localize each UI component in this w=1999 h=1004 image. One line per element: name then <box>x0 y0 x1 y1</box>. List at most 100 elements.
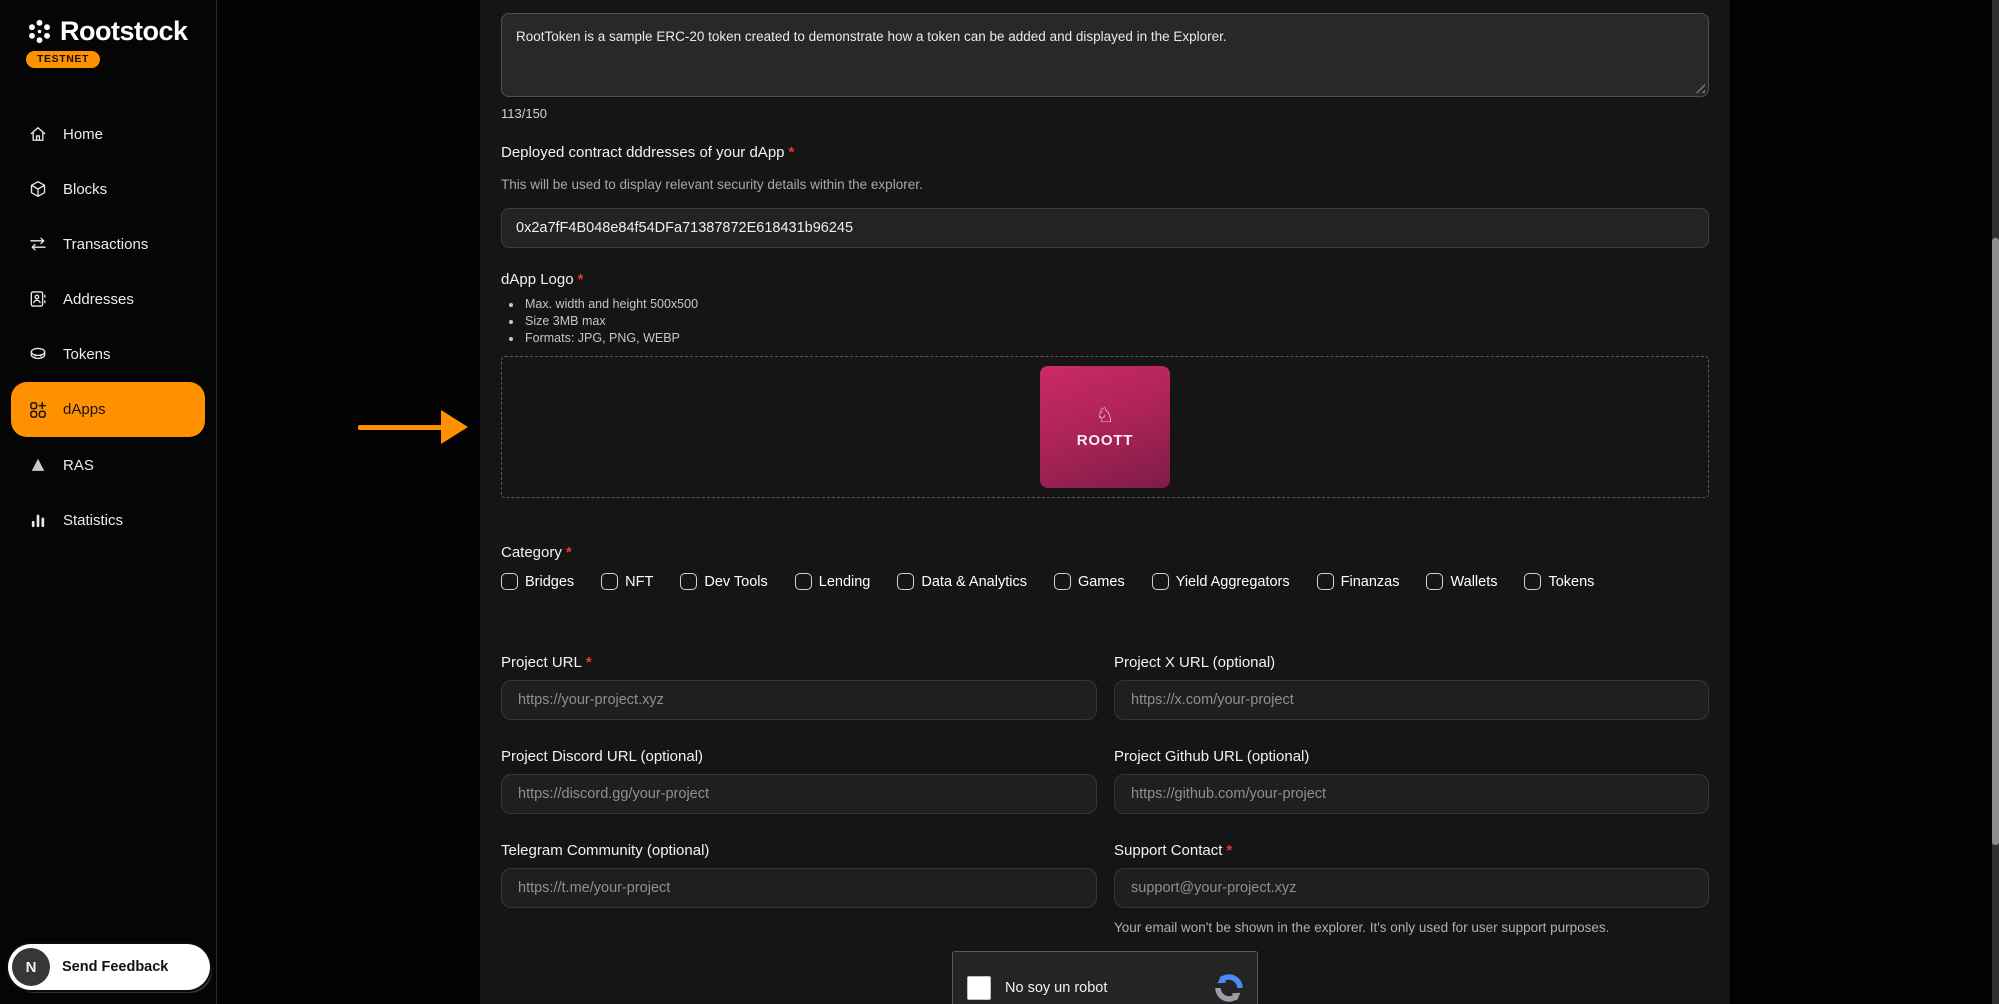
cube-icon <box>28 179 48 199</box>
transfer-arrows-icon <box>28 234 48 254</box>
sidebar-item-label: Transactions <box>63 236 148 253</box>
category-checkbox-games[interactable]: Games <box>1054 573 1125 590</box>
recaptcha-widget: No soy un robot <box>952 951 1258 1004</box>
character-counter: 113/150 <box>501 106 1709 121</box>
sidebar-item-label: RAS <box>63 457 94 474</box>
checkbox-icon[interactable] <box>1054 573 1071 590</box>
category-checkbox-yield-aggregators[interactable]: Yield Aggregators <box>1152 573 1290 590</box>
category-checkbox-row: Bridges NFT Dev Tools Lending Data & Ana… <box>501 573 1709 590</box>
project-x-url-field: Project X URL (optional) <box>1114 654 1709 720</box>
send-feedback-button[interactable]: N Send Feedback <box>8 944 210 990</box>
project-x-url-input[interactable] <box>1114 680 1709 720</box>
project-github-url-field: Project Github URL (optional) <box>1114 748 1709 814</box>
sidebar-item-dapps[interactable]: dApps <box>11 382 205 437</box>
logo-rule: Formats: JPG, PNG, WEBP <box>523 330 1709 347</box>
sidebar-item-ras[interactable]: RAS <box>11 438 205 492</box>
sidebar-item-label: dApps <box>63 401 106 418</box>
contract-address-input[interactable] <box>501 208 1709 248</box>
sidebar-item-tokens[interactable]: Tokens <box>11 327 205 381</box>
sidebar-item-label: Tokens <box>63 346 111 363</box>
category-checkbox-tokens[interactable]: Tokens <box>1524 573 1594 590</box>
scrollbar-track[interactable] <box>1992 0 1999 1004</box>
checkbox-icon[interactable] <box>1317 573 1334 590</box>
scrollbar-thumb[interactable] <box>1992 238 1999 845</box>
sidebar-item-blocks[interactable]: Blocks <box>11 162 205 216</box>
sidebar-item-label: Addresses <box>63 291 134 308</box>
coin-icon <box>28 344 48 364</box>
project-discord-url-input[interactable] <box>501 774 1097 814</box>
sidebar-item-transactions[interactable]: Transactions <box>11 217 205 271</box>
category-checkbox-lending[interactable]: Lending <box>795 573 871 590</box>
category-checkbox-finanzas[interactable]: Finanzas <box>1317 573 1400 590</box>
logo-preview-tile: ♘ ROOTT <box>1040 366 1170 488</box>
category-checkbox-dev-tools[interactable]: Dev Tools <box>680 573 767 590</box>
project-url-label: Project URL* <box>501 654 1097 671</box>
feedback-label: Send Feedback <box>62 959 168 975</box>
contract-address-label: Deployed contract dddresses of your dApp… <box>501 144 1709 161</box>
logo-rule: Max. width and height 500x500 <box>523 296 1709 313</box>
testnet-badge: TESTNET <box>26 51 100 68</box>
checkbox-icon[interactable] <box>1426 573 1443 590</box>
main-area: RootToken is a sample ERC-20 token creat… <box>217 0 1999 1004</box>
category-checkbox-data-analytics[interactable]: Data & Analytics <box>897 573 1027 590</box>
token-name: ROOTT <box>1077 432 1134 449</box>
sidebar-item-label: Statistics <box>63 512 123 529</box>
sidebar-item-addresses[interactable]: Addresses <box>11 272 205 326</box>
home-icon <box>28 124 48 144</box>
telegram-community-input[interactable] <box>501 868 1097 908</box>
sidebar-item-statistics[interactable]: Statistics <box>11 493 205 547</box>
checkbox-icon[interactable] <box>501 573 518 590</box>
logo-rules-list: Max. width and height 500x500 Size 3MB m… <box>523 296 1709 347</box>
bar-chart-icon <box>28 510 48 530</box>
category-checkbox-wallets[interactable]: Wallets <box>1426 573 1497 590</box>
brand[interactable]: Rootstock <box>26 16 188 47</box>
category-checkbox-nft[interactable]: NFT <box>601 573 653 590</box>
sidebar-item-label: Blocks <box>63 181 107 198</box>
mountain-icon <box>28 455 48 475</box>
telegram-community-field: Telegram Community (optional) <box>501 842 1097 935</box>
checkbox-icon[interactable] <box>1524 573 1541 590</box>
dapp-description-textarea[interactable]: RootToken is a sample ERC-20 token creat… <box>501 13 1709 97</box>
recaptcha-logo-icon <box>1213 972 1245 1004</box>
telegram-community-label: Telegram Community (optional) <box>501 842 1097 859</box>
support-contact-field: Support Contact* Your email won't be sho… <box>1114 842 1709 935</box>
required-asterisk: * <box>586 654 592 671</box>
contract-address-helper: This will be used to display relevant se… <box>501 177 1709 192</box>
project-x-url-label: Project X URL (optional) <box>1114 654 1709 671</box>
rootstock-logo-icon <box>26 18 53 45</box>
support-contact-label: Support Contact* <box>1114 842 1709 859</box>
project-github-url-input[interactable] <box>1114 774 1709 814</box>
required-asterisk: * <box>1226 842 1232 859</box>
app-root: Rootstock TESTNET Home Blocks Transacti <box>0 0 1999 1004</box>
annotation-arrow-line <box>358 425 442 430</box>
sidebar-item-home[interactable]: Home <box>11 107 205 161</box>
checkbox-icon[interactable] <box>897 573 914 590</box>
category-label: Category* <box>501 544 1709 561</box>
recaptcha-label: No soy un robot <box>1005 980 1107 996</box>
checkbox-icon[interactable] <box>795 573 812 590</box>
checkbox-icon[interactable] <box>1152 573 1169 590</box>
recaptcha-checkbox[interactable] <box>967 976 991 1000</box>
logo-upload-dropzone[interactable]: ♘ ROOTT <box>501 356 1709 498</box>
url-fields-grid: Project URL* Project X URL (optional) Pr… <box>501 654 1709 935</box>
category-checkbox-bridges[interactable]: Bridges <box>501 573 574 590</box>
brand-name: Rootstock <box>60 16 188 47</box>
required-asterisk: * <box>789 144 795 161</box>
apps-grid-plus-icon <box>28 400 48 420</box>
project-discord-url-label: Project Discord URL (optional) <box>501 748 1097 765</box>
dapp-form-panel: RootToken is a sample ERC-20 token creat… <box>480 0 1730 1004</box>
project-github-url-label: Project Github URL (optional) <box>1114 748 1709 765</box>
checkbox-icon[interactable] <box>601 573 618 590</box>
sidebar-nav: Home Blocks Transactions <box>0 107 216 548</box>
support-contact-helper: Your email won't be shown in the explore… <box>1114 920 1709 935</box>
annotation-arrow-head <box>441 410 468 444</box>
checkbox-icon[interactable] <box>680 573 697 590</box>
required-asterisk: * <box>566 544 572 561</box>
support-contact-input[interactable] <box>1114 868 1709 908</box>
logo-rule: Size 3MB max <box>523 313 1709 330</box>
contact-card-icon <box>28 289 48 309</box>
project-url-field: Project URL* <box>501 654 1097 720</box>
sidebar: Rootstock TESTNET Home Blocks Transacti <box>0 0 217 1004</box>
token-horse-glyph: ♘ <box>1096 405 1115 427</box>
project-url-input[interactable] <box>501 680 1097 720</box>
